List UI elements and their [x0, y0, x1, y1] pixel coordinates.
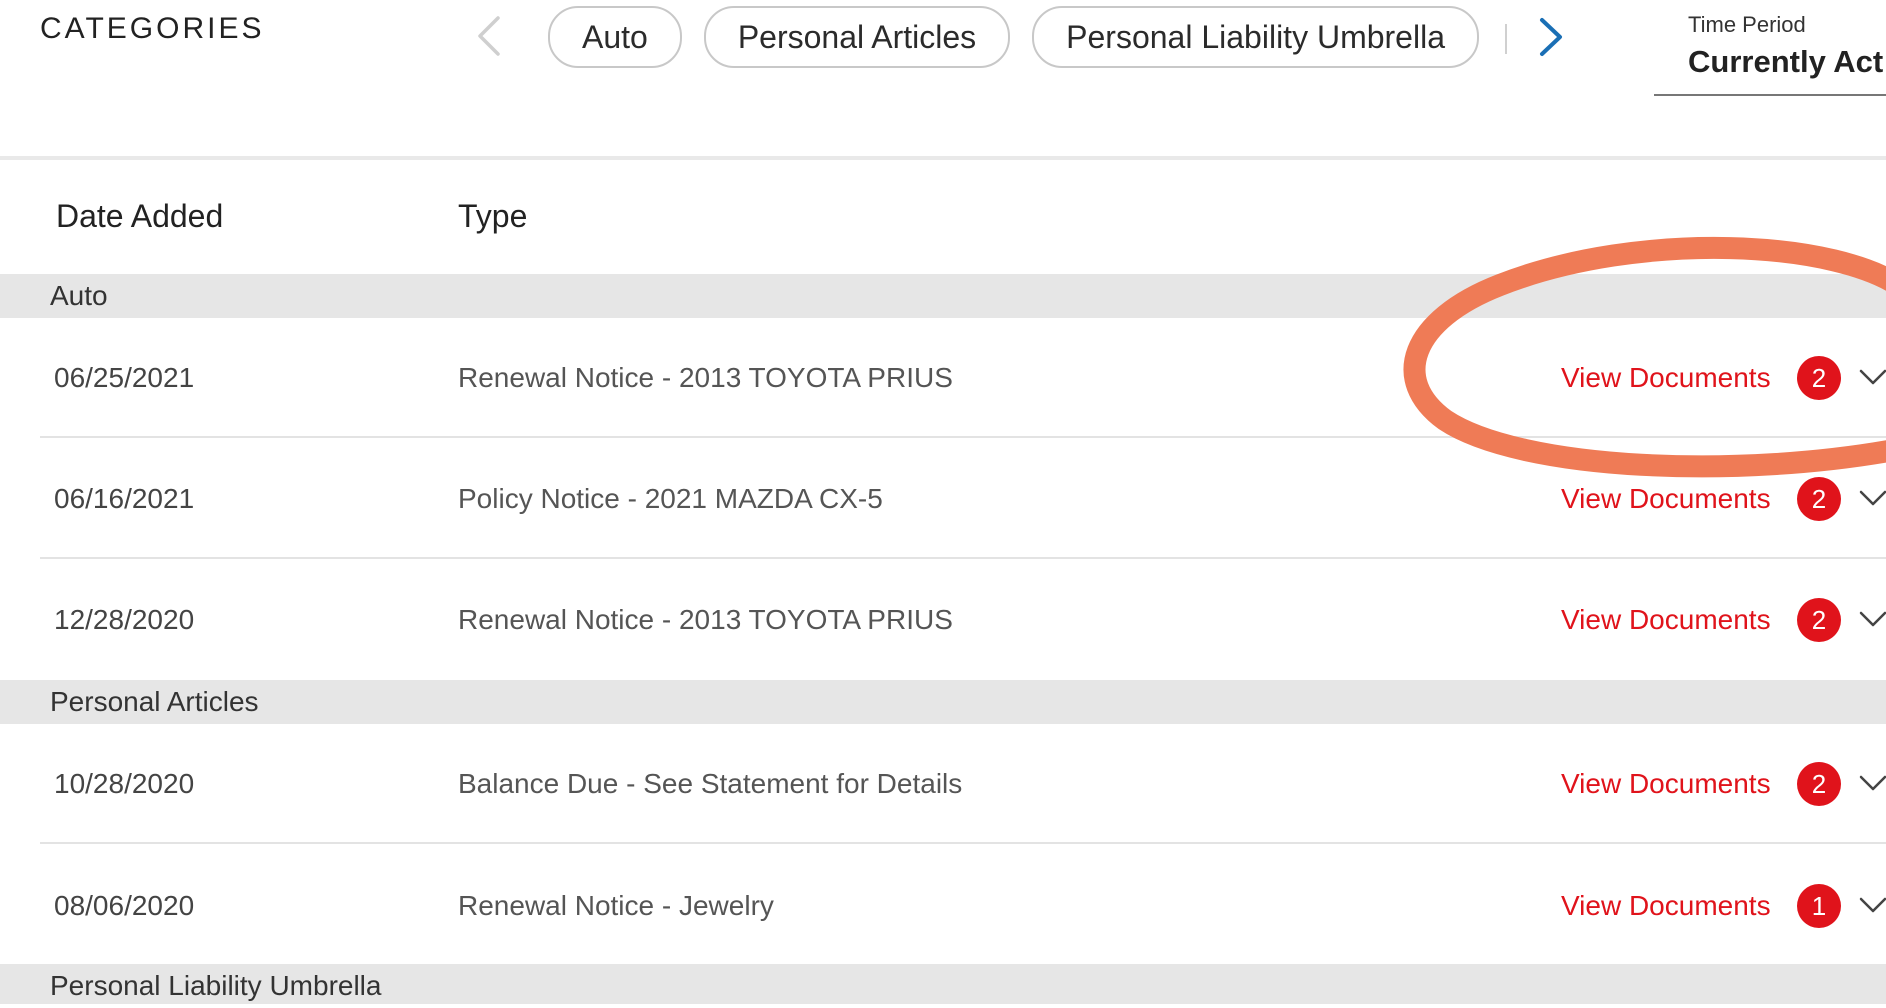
categories-label: CATEGORIES [40, 12, 265, 45]
document-count-badge: 2 [1797, 477, 1841, 521]
chevron-down-icon[interactable] [1858, 483, 1886, 513]
document-count-badge: 2 [1797, 598, 1841, 642]
chip-personal-articles[interactable]: Personal Articles [703, 6, 1011, 68]
chevron-down-icon[interactable] [1858, 768, 1886, 798]
date-added-cell: 08/06/2020 [54, 890, 195, 921]
time-period-select[interactable]: Time Period Currently Act [1654, 0, 1886, 96]
date-added-cell: 06/16/2021 [54, 483, 195, 514]
time-period-label: Time Period [1688, 12, 1806, 37]
chip-personal-liability-umbrella[interactable]: Personal Liability Umbrella [1032, 6, 1479, 68]
document-type-cell: Policy Notice - 2021 MAZDA CX-5 [458, 483, 883, 514]
chip-auto[interactable]: Auto [548, 6, 682, 68]
view-documents-link[interactable]: View Documents [1561, 439, 1771, 559]
group-header-personal-articles: Personal Articles [0, 680, 1886, 724]
chevron-down-icon[interactable] [1858, 362, 1886, 392]
document-count-badge: 2 [1797, 762, 1841, 806]
chevron-left-icon[interactable] [470, 12, 510, 60]
group-header-personal-liability-umbrella: Personal Liability Umbrella [0, 964, 1886, 1004]
row-divider [40, 842, 1886, 844]
table-row: 06/25/2021 Renewal Notice - 2013 TOYOTA … [0, 318, 1886, 438]
chevron-right-icon[interactable] [1528, 12, 1572, 62]
document-type-cell: Renewal Notice - 2013 TOYOTA PRIUS [458, 604, 953, 635]
table-row: 06/16/2021 Policy Notice - 2021 MAZDA CX… [0, 439, 1886, 559]
date-added-cell: 06/25/2021 [54, 362, 195, 393]
chip-overflow-edge [1505, 24, 1507, 54]
date-added-cell: 12/28/2020 [54, 604, 195, 635]
document-count-badge: 1 [1797, 884, 1841, 928]
group-header-auto: Auto [0, 274, 1886, 318]
table-row: 08/06/2020 Renewal Notice - Jewelry View… [0, 846, 1886, 966]
document-type-cell: Balance Due - See Statement for Details [458, 768, 963, 799]
table-row: 10/28/2020 Balance Due - See Statement f… [0, 724, 1886, 844]
document-type-cell: Renewal Notice - Jewelry [458, 890, 774, 921]
row-divider [40, 436, 1886, 438]
column-header-date-added[interactable]: Date Added [56, 198, 223, 235]
category-bar: CATEGORIES Auto Personal Articles Person… [0, 0, 1886, 160]
column-header-type[interactable]: Type [458, 198, 527, 235]
header-divider [0, 156, 1886, 160]
chevron-down-icon[interactable] [1858, 890, 1886, 920]
view-documents-link[interactable]: View Documents [1561, 318, 1771, 438]
category-chips: Auto Personal Articles Personal Liabilit… [548, 6, 1479, 68]
document-type-cell: Renewal Notice - 2013 TOYOTA PRIUS [458, 362, 953, 393]
date-added-cell: 10/28/2020 [54, 768, 195, 799]
view-documents-link[interactable]: View Documents [1561, 846, 1771, 966]
view-documents-link[interactable]: View Documents [1561, 560, 1771, 680]
time-period-value: Currently Act [1688, 44, 1884, 79]
document-count-badge: 2 [1797, 356, 1841, 400]
chevron-down-icon[interactable] [1858, 604, 1886, 634]
view-documents-link[interactable]: View Documents [1561, 724, 1771, 844]
table-row: 12/28/2020 Renewal Notice - 2013 TOYOTA … [0, 560, 1886, 680]
row-divider [40, 557, 1886, 559]
